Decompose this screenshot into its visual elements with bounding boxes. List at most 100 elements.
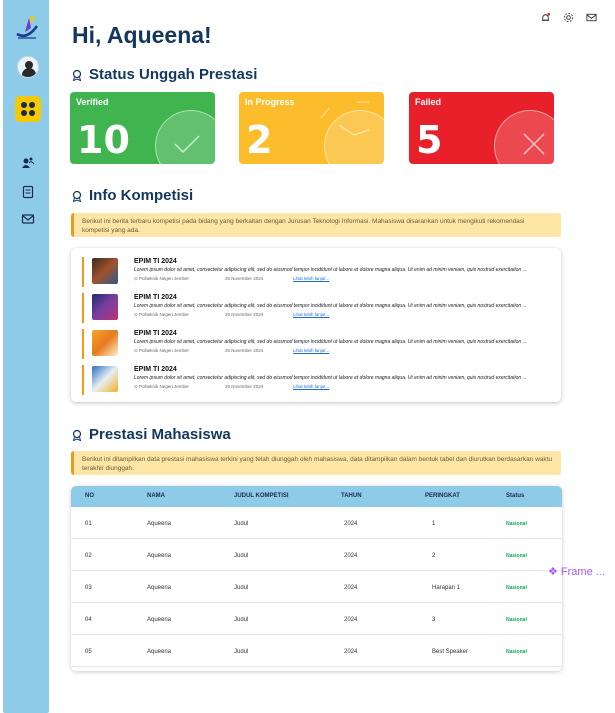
status-section-title: Status Unggah Prestasi — [71, 66, 257, 83]
prestasi-note: Berikut ini ditampilkan data prestasi ma… — [71, 451, 561, 475]
cell: 01 — [85, 521, 92, 527]
card-label: Verified — [76, 97, 109, 107]
competition-title: EPIM TI 2024 — [134, 366, 177, 373]
cell: 2024 — [344, 521, 358, 527]
card-count: 2 — [246, 118, 273, 162]
bell-icon[interactable] — [540, 12, 551, 23]
col-status: Status — [506, 493, 525, 499]
card-count: 10 — [77, 118, 130, 162]
cell: 2024 — [344, 649, 358, 655]
competition-desc: Lorem ipsum dolor sit amet, consectetur … — [134, 267, 527, 273]
mail-icon[interactable] — [21, 212, 35, 226]
org-text: Politeknik Negeri Jember — [139, 348, 190, 353]
card-count: 5 — [416, 118, 443, 162]
greeting: Hi, Aqueena! — [72, 22, 212, 48]
status-badge: Nasional — [506, 521, 527, 527]
org-text: Politeknik Negeri Jember — [139, 312, 190, 317]
cell: Judul — [234, 521, 249, 527]
cell: Aqueena — [147, 553, 172, 559]
mail-icon[interactable] — [586, 12, 597, 23]
competition-link[interactable]: Lihat lebih lanjut... — [293, 348, 329, 353]
cell: Aqueena — [147, 585, 172, 591]
top-toolbar — [540, 12, 597, 23]
cell: Harapan 1 — [432, 585, 461, 591]
frame-label[interactable]: ❖ Frame ... — [548, 565, 605, 578]
info-note: Berikut ini berita terbaru kompetisi pad… — [71, 213, 561, 237]
cell: Judul — [234, 617, 249, 623]
avatar[interactable] — [17, 56, 39, 78]
competition-item[interactable]: EPIM TI 2024 Lorem ipsum dolor sit amet,… — [82, 365, 552, 395]
org-text: Politeknik Negeri Jember — [139, 276, 190, 281]
cell: Best Speaker — [432, 649, 469, 655]
award-icon — [72, 190, 82, 202]
cell: Aqueena — [147, 521, 172, 527]
org-text: Politeknik Negeri Jember — [139, 384, 190, 389]
cell: 2024 — [344, 617, 358, 623]
table-row[interactable]: 05 Aqueena Judul 2024 Best Speaker Nasio… — [71, 635, 562, 667]
competition-org: ⊙ Politeknik Negeri Jember — [134, 312, 190, 317]
in-progress-card[interactable]: In Progress 2 — [239, 92, 384, 164]
competition-title: EPIM TI 2024 — [134, 294, 177, 301]
status-badge: Nasional — [506, 553, 527, 559]
competition-org: ⊙ Politeknik Negeri Jember — [134, 384, 190, 389]
cell: 02 — [85, 553, 92, 559]
document-icon[interactable] — [21, 185, 35, 199]
cell: 04 — [85, 617, 92, 623]
prestasi-section-title: Prestasi Mahasiswa — [71, 426, 231, 443]
verified-card[interactable]: Verified 10 — [70, 92, 215, 164]
competition-link[interactable]: Lihat lebih lanjut... — [293, 384, 329, 389]
award-icon — [72, 429, 82, 441]
close-icon — [523, 133, 545, 155]
logo-icon — [16, 16, 39, 39]
cell: Judul — [234, 649, 249, 655]
competition-item[interactable]: EPIM TI 2024 Lorem ipsum dolor sit amet,… — [82, 257, 552, 287]
check-icon — [174, 135, 200, 154]
competition-desc: Lorem ipsum dolor sit amet, consectetur … — [134, 303, 527, 309]
competition-org: ⊙ Politeknik Negeri Jember — [134, 348, 190, 353]
award-icon — [72, 69, 82, 81]
col-nama: NAMA — [147, 493, 165, 499]
competition-link[interactable]: Lihat lebih lanjut... — [293, 276, 329, 281]
table-row[interactable]: 01 Aqueena Judul 2024 1 Nasional — [71, 507, 562, 539]
status-badge: Nasional — [506, 617, 527, 623]
gear-icon[interactable] — [563, 12, 574, 23]
competition-link[interactable]: Lihat lebih lanjut... — [293, 312, 329, 317]
competition-list: EPIM TI 2024 Lorem ipsum dolor sit amet,… — [71, 248, 561, 402]
table-row[interactable]: 02 Aqueena Judul 2024 2 Nasional — [71, 539, 562, 571]
failed-card[interactable]: Failed 5 — [409, 92, 554, 164]
cell: Aqueena — [147, 649, 172, 655]
competition-item[interactable]: EPIM TI 2024 Lorem ipsum dolor sit amet,… — [82, 293, 552, 323]
cell: 03 — [85, 585, 92, 591]
competition-thumbnail — [92, 258, 118, 284]
prestasi-table: NO NAMA JUDUL KOMPETISI TAHUN PERINGKAT … — [71, 486, 562, 671]
col-peringkat: PERINGKAT — [425, 493, 460, 499]
competition-date: 25 November 2024 — [225, 276, 264, 281]
competition-date: 25 November 2024 — [225, 384, 264, 389]
competition-date: 25 November 2024 — [225, 312, 264, 317]
info-section-title: Info Kompetisi — [71, 187, 193, 204]
card-label: Failed — [415, 97, 442, 107]
cell: 05 — [85, 649, 92, 655]
prestasi-title-text: Prestasi Mahasiswa — [89, 426, 231, 443]
competition-title: EPIM TI 2024 — [134, 258, 177, 265]
status-badge: Nasional — [506, 585, 527, 591]
competition-thumbnail — [92, 330, 118, 356]
competition-item[interactable]: EPIM TI 2024 Lorem ipsum dolor sit amet,… — [82, 329, 552, 359]
competition-desc: Lorem ipsum dolor sit amet, consectetur … — [134, 339, 527, 345]
table-row[interactable]: 03 Aqueena Judul 2024 Harapan 1 Nasional — [71, 571, 562, 603]
competition-thumbnail — [92, 366, 118, 392]
cell: 2 — [432, 553, 436, 559]
users-icon[interactable] — [21, 156, 35, 170]
cell: 2024 — [344, 553, 358, 559]
table-row[interactable]: 04 Aqueena Judul 2024 3 Nasional — [71, 603, 562, 635]
clock-hands-icon — [320, 101, 370, 136]
status-badge: Nasional — [506, 649, 527, 655]
cell: Judul — [234, 553, 249, 559]
competition-title: EPIM TI 2024 — [134, 330, 177, 337]
dashboard-icon[interactable] — [15, 96, 41, 122]
card-label: In Progress — [245, 97, 295, 107]
sidebar — [3, 0, 49, 713]
col-tahun: TAHUN — [341, 493, 362, 499]
col-no: NO — [85, 493, 94, 499]
info-title-text: Info Kompetisi — [89, 187, 194, 204]
